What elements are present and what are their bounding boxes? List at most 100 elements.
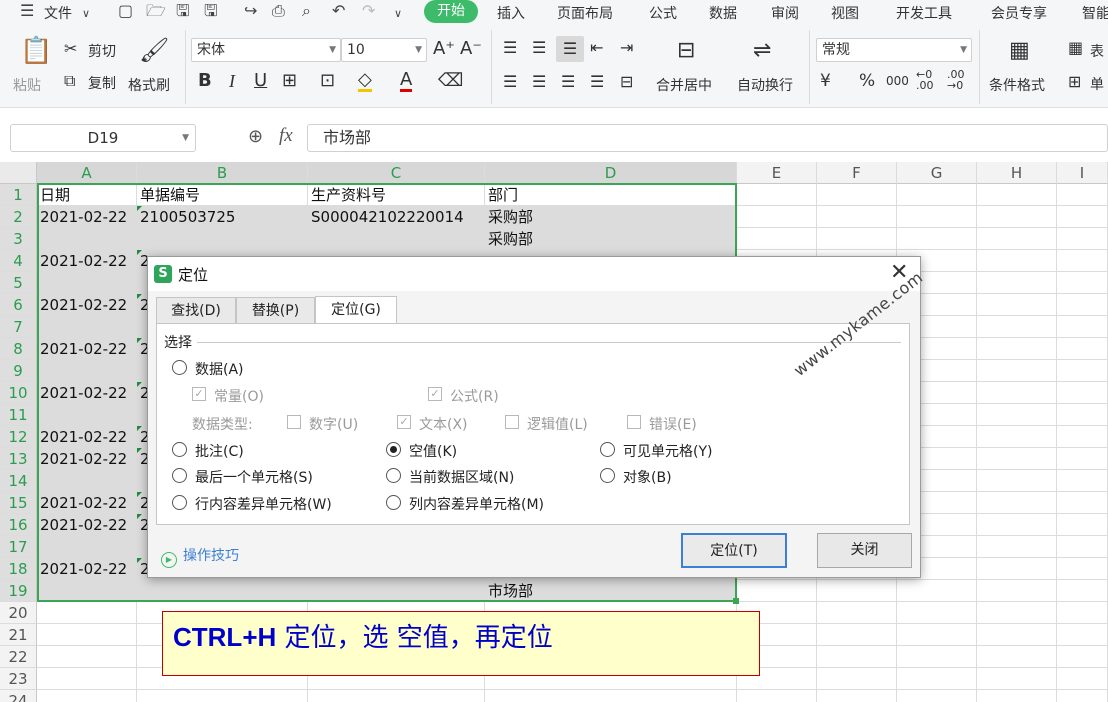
checkbox-error[interactable] bbox=[627, 415, 641, 429]
cell-i14[interactable] bbox=[1057, 470, 1108, 492]
cell-g2[interactable] bbox=[897, 206, 977, 228]
cell-a16[interactable]: 2021-02-22 bbox=[37, 514, 137, 536]
bold-icon[interactable]: B bbox=[198, 71, 212, 91]
tab-review[interactable]: 审阅 bbox=[771, 3, 799, 23]
decrease-font-icon[interactable]: A⁻ bbox=[460, 39, 482, 59]
cell-a2[interactable]: 2021-02-22 bbox=[37, 206, 137, 228]
column-header-h[interactable]: H bbox=[977, 162, 1057, 184]
cell-i4[interactable] bbox=[1057, 250, 1108, 272]
cell-i16[interactable] bbox=[1057, 514, 1108, 536]
radio-current-region[interactable] bbox=[386, 468, 401, 483]
cell-i10[interactable] bbox=[1057, 382, 1108, 404]
cell-f22[interactable] bbox=[817, 646, 897, 668]
align-bottom-icon[interactable]: ☰ bbox=[556, 36, 584, 62]
cell-g20[interactable] bbox=[897, 602, 977, 624]
export-icon[interactable]: ↪ bbox=[244, 2, 257, 20]
cell-g19[interactable] bbox=[897, 580, 977, 602]
row-header[interactable]: 21 bbox=[0, 624, 37, 646]
cell-a20[interactable] bbox=[37, 602, 137, 624]
cell-h12[interactable] bbox=[977, 426, 1057, 448]
cell-f24[interactable] bbox=[817, 690, 897, 702]
tab-developer[interactable]: 开发工具 bbox=[896, 3, 952, 23]
cell-h24[interactable] bbox=[977, 690, 1057, 702]
cell-b19[interactable] bbox=[137, 580, 308, 602]
cell-d19[interactable]: 市场部 bbox=[485, 580, 737, 602]
radio-last-cell[interactable] bbox=[172, 468, 187, 483]
name-box[interactable]: D19 ▼ bbox=[10, 124, 196, 152]
row-header[interactable]: 23 bbox=[0, 668, 37, 690]
cell-f20[interactable] bbox=[817, 602, 897, 624]
cell-h17[interactable] bbox=[977, 536, 1057, 558]
formula-input[interactable]: 市场部 bbox=[307, 124, 1108, 152]
row-header[interactable]: 17 bbox=[0, 536, 37, 558]
fill-handle[interactable] bbox=[733, 598, 739, 604]
radio-last-cell-label[interactable]: 最后一个单元格(S) bbox=[195, 467, 313, 487]
cell-d3[interactable]: 采购部 bbox=[485, 228, 737, 250]
row-header[interactable]: 9 bbox=[0, 360, 37, 382]
radio-data[interactable] bbox=[172, 360, 187, 375]
cell-i21[interactable] bbox=[1057, 624, 1108, 646]
save-icon[interactable]: 🖫 bbox=[176, 2, 190, 20]
cell-h2[interactable] bbox=[977, 206, 1057, 228]
cell-f1[interactable] bbox=[817, 184, 897, 206]
cell-a19[interactable] bbox=[37, 580, 137, 602]
paste-button[interactable]: 粘贴 bbox=[13, 75, 41, 95]
cell-c3[interactable] bbox=[308, 228, 485, 250]
font-color-icon[interactable]: A bbox=[400, 71, 413, 92]
currency-icon[interactable]: ¥ bbox=[820, 71, 831, 91]
radio-col-diff[interactable] bbox=[386, 495, 401, 510]
row-header[interactable]: 14 bbox=[0, 470, 37, 492]
cell-button[interactable]: 单 bbox=[1090, 74, 1104, 94]
cell-h14[interactable] bbox=[977, 470, 1057, 492]
column-header-i[interactable]: I bbox=[1057, 162, 1108, 184]
cell-h8[interactable] bbox=[977, 338, 1057, 360]
cell-e3[interactable] bbox=[737, 228, 817, 250]
undo-icon[interactable]: ↶ bbox=[332, 2, 345, 20]
cell-a17[interactable] bbox=[37, 536, 137, 558]
distribute-icon[interactable]: ⊟ bbox=[620, 72, 633, 92]
row-header[interactable]: 13 bbox=[0, 448, 37, 470]
cell-a11[interactable] bbox=[37, 404, 137, 426]
column-header-e[interactable]: E bbox=[737, 162, 817, 184]
cell-b1[interactable]: 单据编号 bbox=[137, 184, 308, 206]
radio-visible-cells-label[interactable]: 可见单元格(Y) bbox=[623, 441, 712, 461]
radio-objects[interactable] bbox=[600, 468, 615, 483]
cell-icon[interactable]: ⊞ bbox=[1068, 72, 1081, 92]
decrease-decimal-icon[interactable]: .00 →0 bbox=[947, 69, 965, 91]
column-header-b[interactable]: B bbox=[137, 162, 308, 184]
align-center-icon[interactable]: ☰ bbox=[532, 72, 546, 92]
cell-i13[interactable] bbox=[1057, 448, 1108, 470]
justify-icon[interactable]: ☰ bbox=[590, 72, 604, 92]
cell-a10[interactable]: 2021-02-22 bbox=[37, 382, 137, 404]
cell-e24[interactable] bbox=[737, 690, 817, 702]
checkbox-formula[interactable]: ✓ bbox=[428, 387, 442, 401]
row-header[interactable]: 7 bbox=[0, 316, 37, 338]
radio-blank[interactable] bbox=[386, 442, 401, 457]
cell-a24[interactable] bbox=[37, 690, 137, 702]
cell-d1[interactable]: 部门 bbox=[485, 184, 737, 206]
cell-a22[interactable] bbox=[37, 646, 137, 668]
fx-icon[interactable]: fx bbox=[279, 125, 293, 147]
cell-i12[interactable] bbox=[1057, 426, 1108, 448]
cell-h9[interactable] bbox=[977, 360, 1057, 382]
cell-a18[interactable]: 2021-02-22 bbox=[37, 558, 137, 580]
percent-icon[interactable]: % bbox=[859, 71, 875, 91]
cell-g21[interactable] bbox=[897, 624, 977, 646]
align-right-icon[interactable]: ☰ bbox=[561, 72, 575, 92]
cell-a6[interactable]: 2021-02-22 bbox=[37, 294, 137, 316]
cell-a5[interactable] bbox=[37, 272, 137, 294]
row-header[interactable]: 8 bbox=[0, 338, 37, 360]
cell-i15[interactable] bbox=[1057, 492, 1108, 514]
conditional-format-button[interactable]: 条件格式 bbox=[989, 75, 1045, 95]
align-left-icon[interactable]: ☰ bbox=[503, 72, 517, 92]
cell-a8[interactable]: 2021-02-22 bbox=[37, 338, 137, 360]
radio-comment[interactable] bbox=[172, 442, 187, 457]
cell-h15[interactable] bbox=[977, 492, 1057, 514]
checkbox-formula-label[interactable]: 公式(R) bbox=[450, 386, 499, 406]
format-painter-button[interactable]: 格式刷 bbox=[128, 75, 170, 95]
scissors-icon[interactable]: ✂ bbox=[64, 39, 77, 59]
cell-i23[interactable] bbox=[1057, 668, 1108, 690]
cell-h19[interactable] bbox=[977, 580, 1057, 602]
cell-i22[interactable] bbox=[1057, 646, 1108, 668]
cell-i17[interactable] bbox=[1057, 536, 1108, 558]
